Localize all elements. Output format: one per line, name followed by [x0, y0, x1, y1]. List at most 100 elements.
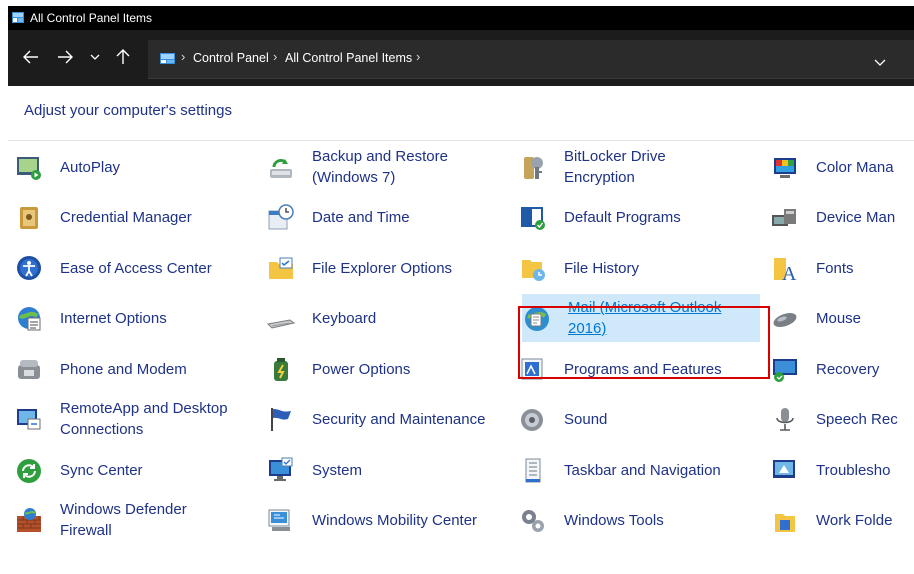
control-panel-item[interactable]: Work Folde: [764, 496, 914, 544]
label-line: Color Mana: [816, 158, 894, 176]
control-panel-app-icon: [12, 12, 24, 23]
mouse-icon: [773, 313, 797, 327]
control-panel-item[interactable]: RemoteApp and Desktop Connections: [8, 395, 248, 443]
recovery-icon: [773, 359, 797, 382]
control-panel-item-label: Phone and Modem: [60, 359, 187, 380]
control-panel-item[interactable]: BitLocker Drive Encryption: [512, 143, 752, 191]
label-line: Security and Maintenance: [312, 410, 486, 428]
control-panel-item-label: Sync Center: [60, 460, 143, 481]
control-panel-item-label: Power Options: [312, 359, 410, 380]
label-line: File Explorer Options: [312, 259, 453, 277]
color-management-icon: [774, 158, 796, 178]
control-panel-item[interactable]: Troublesho: [764, 446, 914, 494]
label-line: Windows Mobility Center: [312, 511, 478, 529]
control-panel-icon: [160, 53, 175, 64]
label-line: System: [312, 461, 363, 479]
breadcrumb-control-panel[interactable]: Control Panel: [193, 51, 269, 65]
control-panel-item-label: BitLocker Drive Encryption: [564, 146, 666, 188]
control-panel-item[interactable]: Security and Maintenance: [260, 395, 500, 443]
control-panel-item-label: Speech Rec: [816, 409, 898, 430]
control-panel-item-label: Work Folde: [816, 510, 892, 531]
control-panel-item[interactable]: File History: [512, 244, 752, 292]
chevron-down-icon: [90, 54, 100, 60]
phone-modem-icon: [18, 360, 40, 379]
content-area: Adjust your computer's settings AutoPlay…: [8, 86, 914, 574]
backup-restore-icon: [270, 158, 292, 178]
control-panel-item[interactable]: Sync Center: [8, 446, 248, 494]
power-options-icon: [274, 358, 288, 381]
control-panel-item-label: Device Man: [816, 207, 895, 228]
address-dropdown-button[interactable]: [874, 53, 886, 71]
control-panel-item[interactable]: A Fonts: [764, 244, 914, 292]
label-line: Sync Center: [60, 461, 143, 479]
title-bar: All Control Panel Items: [8, 6, 914, 30]
up-button[interactable]: [112, 46, 134, 68]
control-panel-item[interactable]: Taskbar and Navigation: [512, 446, 752, 494]
label-line: Phone and Modem: [60, 360, 187, 378]
control-panel-item-label: Fonts: [816, 258, 854, 279]
label-line: Taskbar and Navigation: [564, 461, 721, 479]
control-panel-item-label: Internet Options: [60, 308, 167, 329]
mobility-center-icon: [268, 509, 290, 531]
control-panel-item-label: Windows Mobility Center: [312, 510, 477, 531]
svg-text:A: A: [782, 263, 797, 282]
label-line: BitLocker Drive: [564, 148, 666, 165]
control-panel-item-label: Date and Time: [312, 207, 410, 228]
navigation-bar: › Control Panel › All Control Panel Item…: [8, 30, 914, 86]
control-panel-item[interactable]: System: [260, 446, 500, 494]
control-panel-item-label: System: [312, 460, 362, 481]
label-line: RemoteApp and Desktop: [60, 400, 228, 417]
label-line: Recovery: [816, 360, 880, 378]
control-panel-item[interactable]: Windows Defender Firewall: [8, 496, 248, 544]
control-panel-item[interactable]: Power Options: [260, 345, 500, 393]
label-line: Date and Time: [312, 208, 410, 226]
sync-center-icon: [17, 459, 41, 483]
label-line: AutoPlay: [60, 158, 121, 176]
forward-button[interactable]: [54, 46, 76, 68]
control-panel-item-label: RemoteApp and Desktop Connections: [60, 398, 228, 440]
control-panel-item-label: Sound: [564, 409, 607, 430]
label-line: Sound: [564, 410, 608, 428]
control-panel-item[interactable]: Speech Rec: [764, 395, 914, 443]
label-line: Speech Rec: [816, 410, 898, 428]
breadcrumb-all-items[interactable]: All Control Panel Items: [285, 51, 412, 65]
breadcrumb-separator: ›: [273, 49, 278, 64]
default-programs-icon: [521, 207, 545, 230]
control-panel-item[interactable]: Device Man: [764, 193, 914, 241]
control-panel-item-label: Color Mana: [816, 157, 894, 178]
recent-locations-button[interactable]: [84, 46, 106, 68]
control-panel-item[interactable]: AutoPlay: [8, 143, 248, 191]
device-manager-icon: [772, 209, 796, 226]
control-panel-item[interactable]: Default Programs: [512, 193, 752, 241]
control-panel-item-label: Windows Defender Firewall: [60, 499, 187, 541]
control-panel-item[interactable]: Ease of Access Center: [8, 244, 248, 292]
internet-options-icon: [18, 307, 41, 331]
label-line: Keyboard: [312, 309, 377, 327]
control-panel-item[interactable]: Mouse: [764, 294, 914, 342]
control-panel-item[interactable]: Windows Mobility Center: [260, 496, 500, 544]
control-panel-item[interactable]: File Explorer Options: [260, 244, 500, 292]
label-line: Mouse: [816, 309, 862, 327]
window-title: All Control Panel Items: [30, 11, 153, 25]
control-panel-item[interactable]: Credential Manager: [8, 193, 248, 241]
address-bar[interactable]: › Control Panel › All Control Panel Item…: [148, 40, 914, 79]
control-panel-item[interactable]: Color Mana: [764, 143, 914, 191]
control-panel-item-label: Security and Maintenance: [312, 409, 485, 430]
windows-tools-icon: [522, 510, 544, 532]
control-panel-item[interactable]: Keyboard: [260, 294, 500, 342]
sound-icon: [521, 409, 543, 431]
control-panel-item[interactable]: Date and Time: [260, 193, 500, 241]
file-history-icon: [522, 260, 545, 281]
control-panel-item[interactable]: Backup and Restore (Windows 7): [260, 143, 500, 191]
control-panel-item[interactable]: Recovery: [764, 345, 914, 393]
control-panel-item[interactable]: Windows Tools: [512, 496, 752, 544]
control-panel-item[interactable]: Sound: [512, 395, 752, 443]
highlight-box: [518, 306, 770, 379]
label-line: Fonts: [816, 259, 854, 277]
work-folders-icon: [775, 514, 795, 532]
back-button[interactable]: [20, 46, 42, 68]
breadcrumb-separator: ›: [181, 49, 186, 64]
control-panel-item-label: AutoPlay: [60, 157, 120, 178]
control-panel-item[interactable]: Phone and Modem: [8, 345, 248, 393]
control-panel-item[interactable]: Internet Options: [8, 294, 248, 342]
